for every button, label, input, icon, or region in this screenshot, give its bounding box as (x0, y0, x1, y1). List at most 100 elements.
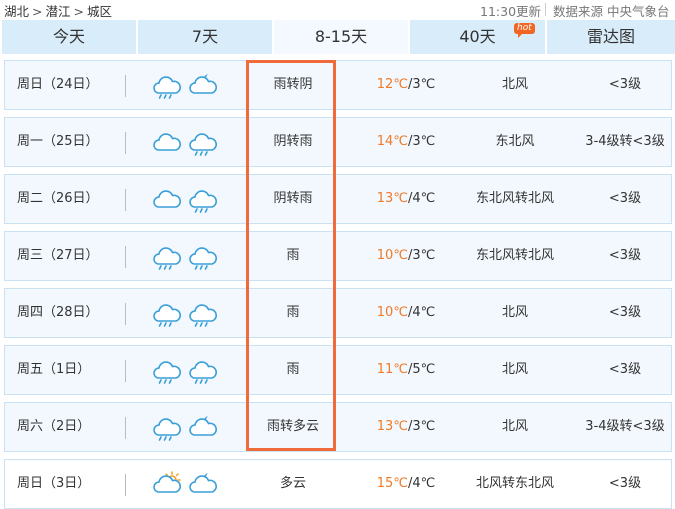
top-bar: 湖北 > 潜江 > 城区 11:30更新 数据来源 中央气象台 (0, 0, 675, 20)
rain-icon (151, 299, 183, 329)
tab-8-15-days[interactable]: 8-15天 (274, 20, 408, 54)
forecast-day: 周日（24日） (17, 77, 99, 92)
high-temperature: 13℃ (376, 191, 408, 206)
night-cloudy-icon (187, 71, 219, 101)
divider (125, 360, 126, 382)
divider (125, 474, 126, 496)
breadcrumb-separator: > (73, 4, 84, 19)
high-temperature: 10℃ (376, 248, 408, 263)
weather-description: 雨转多云 (266, 419, 319, 434)
sun-cloudy-icon (151, 470, 183, 500)
low-temperature: 4℃ (412, 476, 436, 491)
high-temperature: 12℃ (376, 77, 408, 92)
wind-level: <3级 (608, 305, 642, 320)
weather-icons (151, 470, 221, 500)
forecast-row: 周二（26日） 阴转雨 13℃/4℃ 东北风转北风 <3级 (4, 174, 672, 224)
wind-level: <3级 (608, 362, 642, 377)
high-temperature: 11℃ (376, 362, 408, 377)
rain-icon (151, 356, 183, 386)
rain-icon (151, 242, 183, 272)
wind-level: 3-4级转<3级 (585, 419, 665, 434)
low-temperature: 3℃ (412, 134, 436, 149)
tab-radar[interactable]: 雷达图 (547, 20, 675, 54)
weather-description: 阴转雨 (273, 134, 313, 149)
cloudy-icon (151, 128, 183, 158)
forecast-row: 周五（1日） 雨 11℃/5℃ 北风 <3级 (4, 345, 672, 395)
divider (125, 75, 126, 97)
forecast-row: 周六（2日） 雨转多云 13℃/3℃ 北风 3-4级转<3级 (4, 402, 672, 452)
low-temperature: 4℃ (412, 305, 436, 320)
wind-direction: 北风转东北风 (475, 476, 554, 491)
breadcrumb-district: 城区 (87, 4, 113, 19)
forecast-tabs: 今天 7天 8-15天 40天 hot 雷达图 (2, 20, 675, 54)
weather-icons (151, 71, 221, 101)
forecast-day: 周二（26日） (17, 191, 99, 206)
temperature-range: 15℃/4℃ (376, 476, 436, 491)
weather-description: 雨 (286, 248, 300, 263)
temperature-range: 10℃/4℃ (376, 305, 436, 320)
wind-level: <3级 (608, 191, 642, 206)
low-temperature: 3℃ (412, 248, 436, 263)
temperature-range: 10℃/3℃ (376, 248, 436, 263)
weather-description: 阴转雨 (273, 191, 313, 206)
rain-icon (187, 185, 219, 215)
weather-icons (151, 413, 221, 443)
divider (125, 246, 126, 268)
low-temperature: 3℃ (412, 419, 436, 434)
forecast-row: 周日（24日） 雨转阴 12℃/3℃ 北风 <3级 (4, 60, 672, 110)
wind-level: <3级 (608, 248, 642, 263)
forecast-row: 周三（27日） 雨 10℃/3℃ 东北风转北风 <3级 (4, 231, 672, 281)
tab-label: 8-15天 (314, 27, 368, 46)
temperature-range: 11℃/5℃ (376, 362, 436, 377)
wind-direction: 北风 (501, 419, 528, 434)
rain-icon (151, 413, 183, 443)
rain-icon (187, 356, 219, 386)
weather-description: 雨转阴 (273, 77, 313, 92)
forecast-row: 周一（25日） 阴转雨 14℃/3℃ 东北风 3-4级转<3级 (4, 117, 672, 167)
hot-badge: hot (514, 23, 535, 38)
divider (125, 417, 126, 439)
breadcrumb-city-link[interactable]: 潜江 (46, 4, 71, 19)
weather-description: 雨 (286, 362, 300, 377)
low-temperature: 4℃ (412, 191, 436, 206)
wind-direction: 东北风转北风 (475, 191, 554, 206)
weather-icons (151, 128, 221, 158)
rain-icon (187, 128, 219, 158)
data-source: 数据来源 中央气象台 (553, 4, 670, 19)
wind-direction: 北风 (501, 77, 528, 92)
cloudy-icon (151, 185, 183, 215)
divider (545, 3, 546, 16)
forecast-day: 周三（27日） (17, 248, 99, 263)
temperature-range: 13℃/3℃ (376, 419, 436, 434)
high-temperature: 15℃ (376, 476, 408, 491)
tab-7-days[interactable]: 7天 (138, 20, 272, 54)
low-temperature: 3℃ (412, 77, 436, 92)
wind-level: <3级 (608, 77, 642, 92)
divider (125, 189, 126, 211)
forecast-day: 周日（3日） (17, 476, 91, 491)
weather-icons (151, 356, 221, 386)
rain-icon (187, 242, 219, 272)
weather-icons (151, 185, 221, 215)
tab-today[interactable]: 今天 (2, 20, 136, 54)
breadcrumb-province-link[interactable]: 湖北 (4, 4, 29, 19)
forecast-day: 周六（2日） (17, 419, 91, 434)
night-cloudy-icon (187, 470, 219, 500)
forecast-day: 周五（1日） (17, 362, 91, 377)
weather-icons (151, 242, 221, 272)
weather-description: 多云 (279, 476, 306, 491)
weather-description: 雨 (286, 305, 300, 320)
wind-direction: 北风 (501, 362, 528, 377)
divider (125, 132, 126, 154)
tab-label: 40天 (459, 27, 496, 46)
weather-icons (151, 299, 221, 329)
rain-icon (187, 299, 219, 329)
forecast-row: 周日（3日） 多云 15℃/4℃ 北风转东北风 <3级 (4, 459, 672, 509)
high-temperature: 14℃ (376, 134, 408, 149)
wind-direction: 东北风 (495, 134, 535, 149)
tab-40-days[interactable]: 40天 hot (410, 20, 545, 54)
low-temperature: 5℃ (412, 362, 436, 377)
high-temperature: 10℃ (376, 305, 408, 320)
high-temperature: 13℃ (376, 419, 408, 434)
wind-direction: 北风 (501, 305, 528, 320)
